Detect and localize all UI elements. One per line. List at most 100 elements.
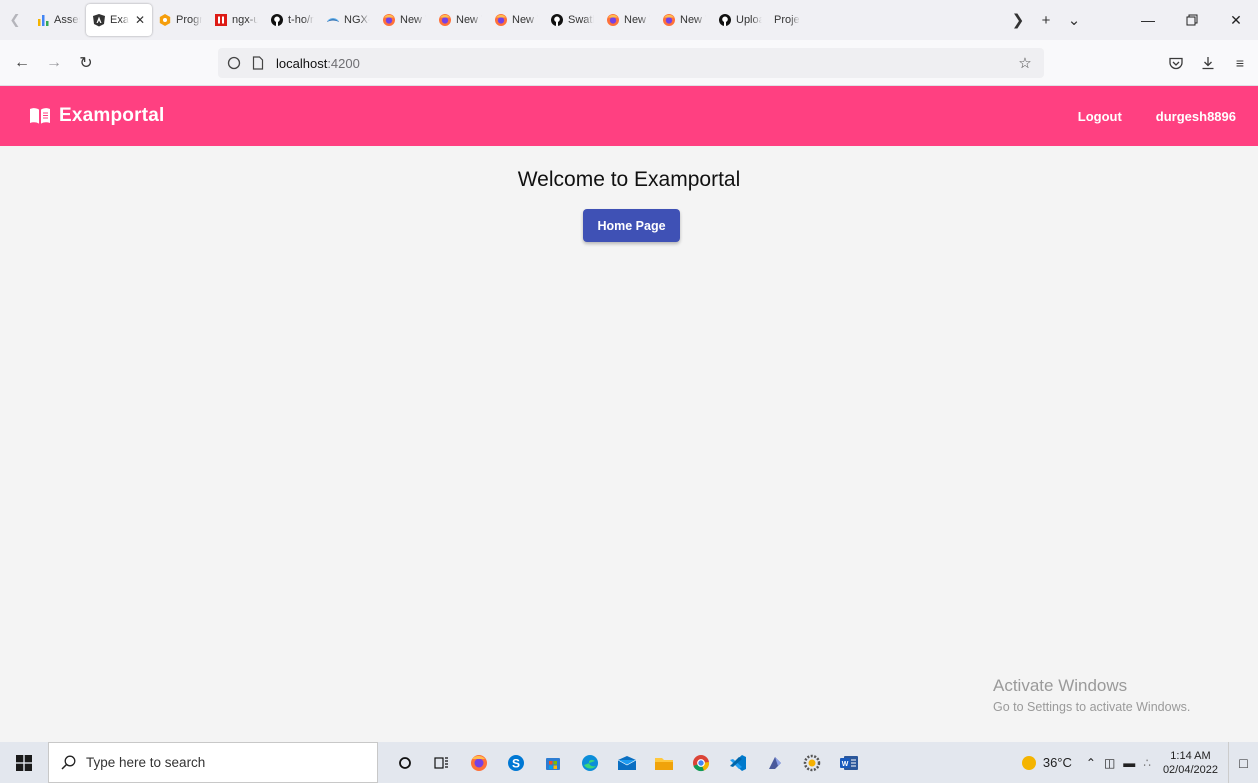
app-toolbar: Examportal Logout durgesh8896 bbox=[0, 86, 1258, 146]
tabstrip-controls: ❯ + ⌄ — ✕ bbox=[1004, 0, 1258, 40]
taskbar-pinned-apps: S W bbox=[386, 742, 867, 783]
tab[interactable]: New T bbox=[432, 4, 488, 36]
svg-text:S: S bbox=[511, 756, 519, 770]
windows-logo-icon bbox=[16, 754, 32, 771]
username-link[interactable]: durgesh8896 bbox=[1156, 109, 1236, 124]
tab[interactable]: Swath bbox=[544, 4, 600, 36]
clock-date: 02/04/2022 bbox=[1162, 763, 1218, 776]
tab[interactable]: New T bbox=[600, 4, 656, 36]
browser-tab-strip: ❮ Assess Exa ✕ Progre ngx-ui t-ho/n NGX-L New T… bbox=[0, 0, 1258, 40]
tab-title: New T bbox=[456, 14, 482, 26]
angular-icon bbox=[92, 13, 106, 27]
downloads-icon[interactable] bbox=[1194, 47, 1222, 79]
tracking-protection-icon[interactable] bbox=[222, 48, 246, 78]
tab[interactable]: Progre bbox=[152, 4, 208, 36]
weather-sun-icon[interactable] bbox=[1021, 755, 1037, 771]
tab-title: t-ho/n bbox=[288, 14, 314, 26]
temperature[interactable]: 36°C bbox=[1043, 755, 1072, 770]
tab-scroll-right-button[interactable]: ❯ bbox=[1004, 0, 1032, 40]
url-text[interactable]: localhost:4200 bbox=[276, 56, 360, 71]
word-icon[interactable]: W bbox=[830, 742, 867, 783]
windows-taskbar: Type here to search S W 36°C ⌃ ◫ ▬ ∴ 1:1… bbox=[0, 742, 1258, 783]
svg-text:W: W bbox=[841, 761, 848, 768]
tab-title: Progre bbox=[176, 14, 202, 26]
home-page-button[interactable]: Home Page bbox=[583, 209, 680, 242]
search-placeholder: Type here to search bbox=[86, 755, 206, 770]
list-all-tabs-button[interactable]: ⌄ bbox=[1060, 0, 1088, 40]
page-info-icon[interactable] bbox=[246, 48, 270, 78]
tab-title: New T bbox=[400, 14, 426, 26]
tab[interactable]: New T bbox=[488, 4, 544, 36]
header-actions: Logout durgesh8896 bbox=[1044, 86, 1236, 146]
wifi-icon[interactable]: ∴ bbox=[1143, 756, 1151, 770]
skype-icon[interactable]: S bbox=[497, 742, 534, 783]
url-host: localhost bbox=[276, 55, 328, 71]
firefox-taskbar-icon[interactable] bbox=[460, 742, 497, 783]
store-icon[interactable] bbox=[534, 742, 571, 783]
settings-app-icon[interactable] bbox=[793, 742, 830, 783]
reload-button[interactable]: ↻ bbox=[72, 47, 100, 79]
tab-title: Proje bbox=[774, 14, 800, 26]
menu-icon[interactable]: ≡ bbox=[1226, 47, 1254, 79]
tab[interactable]: NGX-L bbox=[320, 4, 376, 36]
brand[interactable]: Examportal bbox=[29, 105, 164, 127]
tab-scroll-left-button[interactable]: ❮ bbox=[0, 0, 30, 40]
tab[interactable]: New T bbox=[656, 4, 712, 36]
tab-list: Assess Exa ✕ Progre ngx-ui t-ho/n NGX-L New T Ne… bbox=[30, 0, 812, 40]
tab[interactable]: ngx-ui bbox=[208, 4, 264, 36]
minimize-button[interactable]: — bbox=[1126, 0, 1170, 40]
task-view-icon[interactable] bbox=[423, 742, 460, 783]
notification-center-icon[interactable]: □ bbox=[1228, 742, 1258, 783]
tab[interactable]: Proje bbox=[768, 4, 812, 36]
tab-title: ngx-ui bbox=[232, 14, 258, 26]
firefox-icon bbox=[438, 13, 452, 27]
pocket-icon[interactable] bbox=[1162, 47, 1190, 79]
app-title: Examportal bbox=[59, 105, 165, 126]
tab-active[interactable]: Exa ✕ bbox=[86, 4, 152, 36]
progress-icon bbox=[158, 13, 172, 27]
start-button[interactable] bbox=[0, 742, 48, 783]
tab[interactable]: Assess bbox=[30, 4, 86, 36]
back-button[interactable]: ← bbox=[8, 47, 36, 79]
close-tab-icon[interactable]: ✕ bbox=[135, 13, 145, 27]
tab-title: Swath bbox=[568, 14, 594, 26]
search-icon bbox=[61, 755, 76, 770]
restore-button[interactable] bbox=[1170, 0, 1214, 40]
tab[interactable]: t-ho/n bbox=[264, 4, 320, 36]
firefox-icon bbox=[494, 13, 508, 27]
app-icon[interactable] bbox=[756, 742, 793, 783]
battery-icon[interactable]: ▬ bbox=[1123, 756, 1135, 770]
logout-button[interactable]: Logout bbox=[1078, 109, 1122, 124]
navigation-toolbar: ← → ↻ localhost:4200 ☆ ≡ bbox=[0, 40, 1258, 86]
firefox-icon bbox=[606, 13, 620, 27]
file-explorer-icon[interactable] bbox=[645, 742, 682, 783]
clock[interactable]: 1:14 AM 02/04/2022 bbox=[1163, 749, 1218, 777]
mail-icon[interactable] bbox=[608, 742, 645, 783]
watermark-title: Activate Windows bbox=[993, 676, 1128, 695]
ngx-loading-icon bbox=[326, 13, 340, 27]
new-tab-button[interactable]: + bbox=[1032, 0, 1060, 40]
tab-title: New T bbox=[512, 14, 538, 26]
vscode-icon[interactable] bbox=[719, 742, 756, 783]
meet-now-icon[interactable]: ◫ bbox=[1104, 756, 1115, 770]
url-port: :4200 bbox=[327, 55, 360, 71]
taskbar-search[interactable]: Type here to search bbox=[48, 742, 378, 783]
edge-icon[interactable] bbox=[571, 742, 608, 783]
github-icon bbox=[718, 13, 732, 27]
tab-title: New T bbox=[680, 14, 706, 26]
bookmark-star-icon[interactable]: ☆ bbox=[1012, 48, 1038, 78]
forward-button[interactable]: → bbox=[40, 47, 68, 79]
github-icon bbox=[270, 13, 284, 27]
chrome-icon[interactable] bbox=[682, 742, 719, 783]
cortana-icon[interactable] bbox=[386, 742, 423, 783]
address-bar[interactable]: localhost:4200 ☆ bbox=[218, 48, 1044, 78]
menu-book-icon bbox=[30, 108, 50, 124]
show-hidden-icons-chevron-icon[interactable]: ⌃ bbox=[1086, 756, 1096, 770]
github-icon bbox=[550, 13, 564, 27]
tab[interactable]: Uploa bbox=[712, 4, 768, 36]
tab[interactable]: New T bbox=[376, 4, 432, 36]
tab-title: NGX-L bbox=[344, 14, 370, 26]
tab-title: Assess bbox=[54, 14, 80, 26]
clock-time: 1:14 AM bbox=[1170, 749, 1211, 762]
close-window-button[interactable]: ✕ bbox=[1214, 0, 1258, 40]
